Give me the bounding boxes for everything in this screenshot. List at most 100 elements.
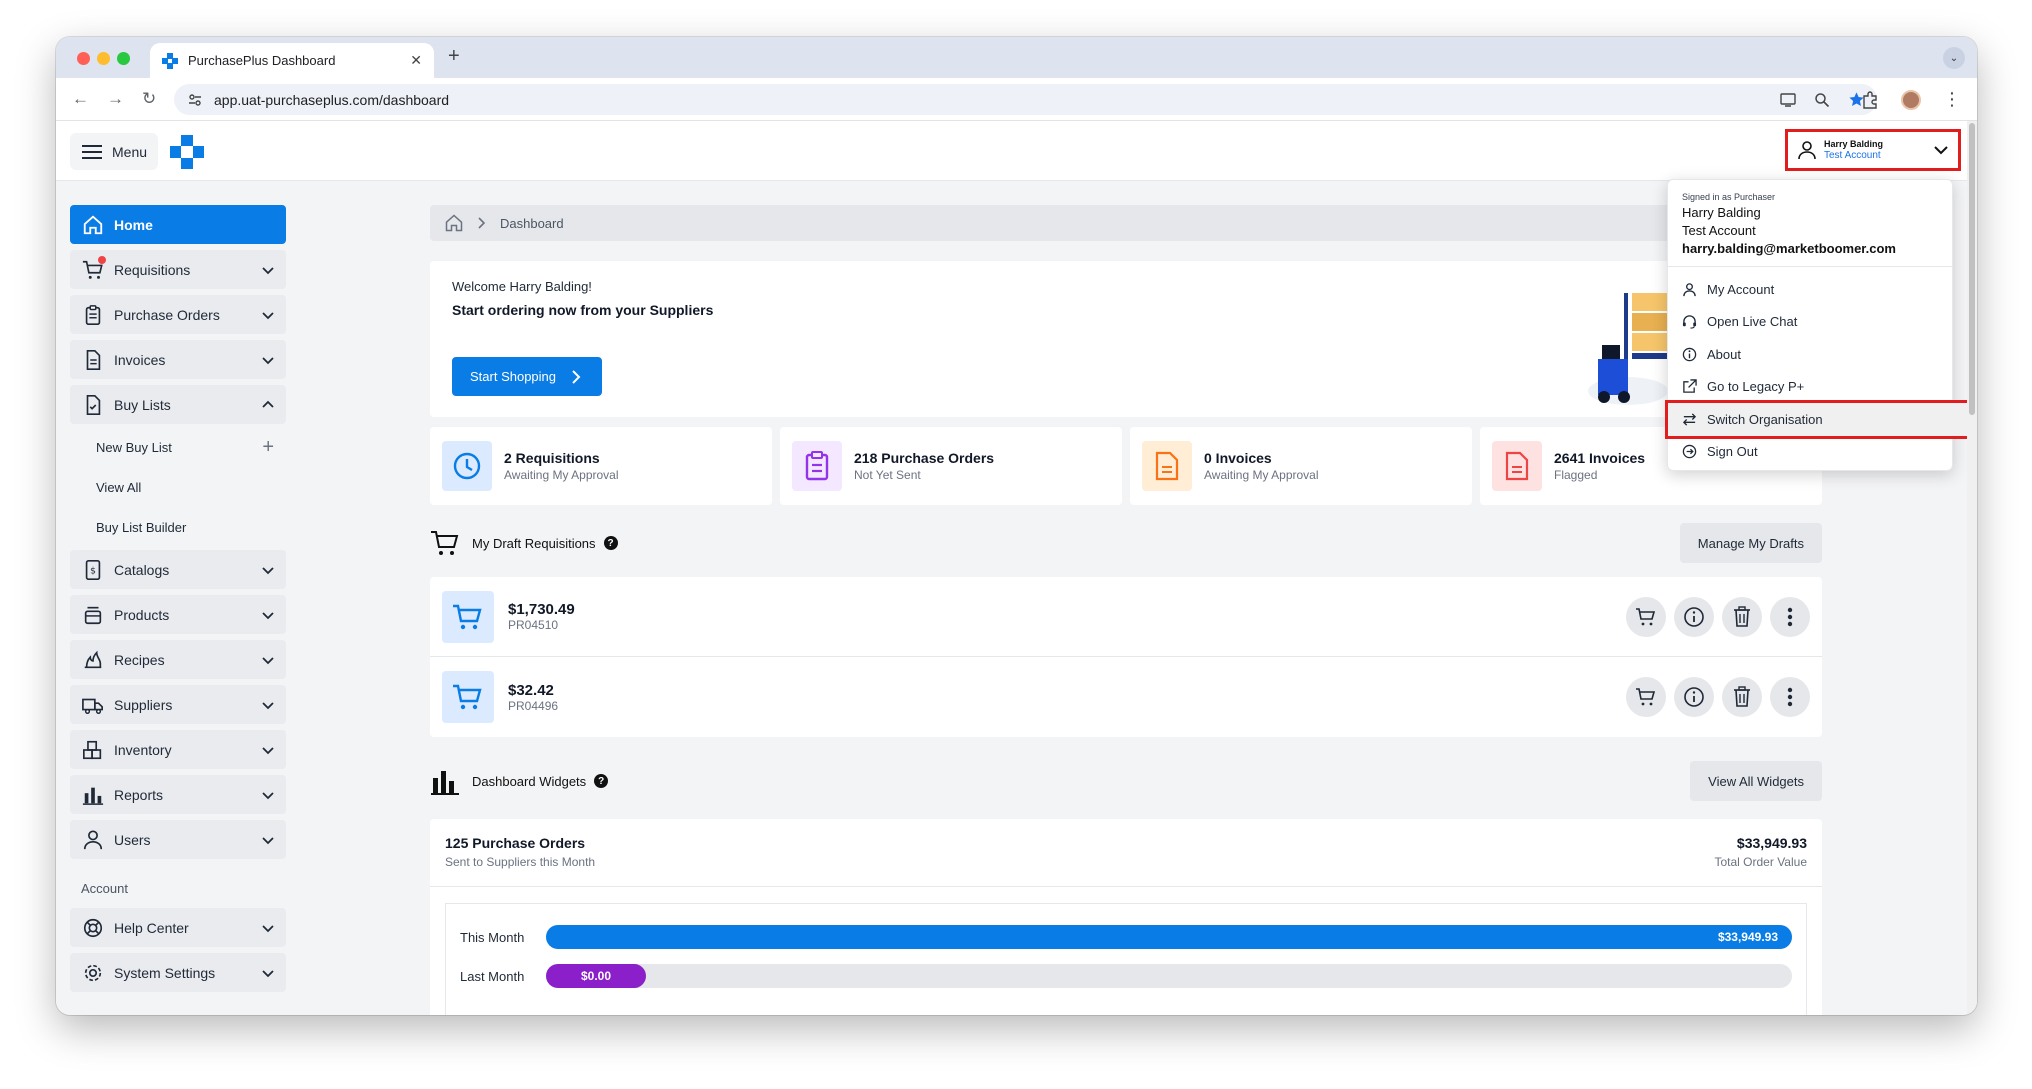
menu-item-sign-out[interactable]: Sign Out bbox=[1668, 436, 1952, 469]
sidebar-item-home[interactable]: Home bbox=[70, 205, 286, 244]
stat-title: 0 Invoices bbox=[1204, 450, 1272, 466]
chevron-down-icon bbox=[262, 266, 274, 274]
extensions-icon[interactable] bbox=[1861, 90, 1879, 109]
more-options-button[interactable] bbox=[1770, 596, 1810, 637]
sidebar-item-users[interactable]: Users bbox=[70, 820, 286, 859]
sidebar-subitem-buy-list-builder[interactable]: Buy List Builder bbox=[70, 510, 286, 544]
menu-label: Menu bbox=[112, 143, 148, 160]
purchaseplus-favicon-icon bbox=[162, 52, 178, 69]
delete-button[interactable] bbox=[1722, 677, 1762, 717]
list-item[interactable]: $32.42 PR04496 bbox=[430, 657, 1822, 737]
sidebar-item-purchase-orders[interactable]: Purchase Orders bbox=[70, 295, 286, 334]
browser-menu-icon[interactable]: ⋮ bbox=[1943, 89, 1961, 110]
stat-invoices-approval[interactable]: 0 Invoices Awaiting My Approval bbox=[1130, 427, 1472, 505]
scrollbar-thumb[interactable] bbox=[1969, 123, 1975, 415]
site-settings-icon[interactable] bbox=[188, 93, 202, 107]
maximize-window-button[interactable] bbox=[117, 52, 130, 65]
widget-total-label: Total Order Value bbox=[1714, 855, 1808, 869]
details-button[interactable] bbox=[1674, 677, 1714, 717]
sidebar-subitem-view-all[interactable]: View All bbox=[70, 470, 286, 504]
sidebar-item-help-center[interactable]: Help Center bbox=[70, 908, 286, 947]
plus-icon[interactable]: + bbox=[262, 436, 274, 459]
draft-list: $1,730.49 PR04510 $32.42 PR04496 bbox=[430, 577, 1822, 737]
view-all-widgets-button[interactable]: View All Widgets bbox=[1690, 761, 1822, 801]
menu-item-switch-organisation[interactable]: Switch Organisation bbox=[1665, 400, 1973, 439]
manage-drafts-button[interactable]: Manage My Drafts bbox=[1679, 523, 1822, 563]
reload-button[interactable]: ↻ bbox=[142, 89, 156, 109]
delete-button[interactable] bbox=[1722, 596, 1762, 637]
menu-item-open-live-chat[interactable]: Open Live Chat bbox=[1668, 306, 1952, 339]
menu-button[interactable]: Menu bbox=[70, 133, 158, 170]
menu-item-my-account[interactable]: My Account bbox=[1668, 273, 1952, 306]
list-item[interactable]: $1,730.49 PR04510 bbox=[430, 577, 1822, 657]
sidebar-item-inventory[interactable]: Inventory bbox=[70, 730, 286, 769]
zoom-icon[interactable] bbox=[1814, 92, 1830, 108]
menu-item-go-to-legacy[interactable]: Go to Legacy P+ bbox=[1668, 371, 1952, 404]
minimize-window-button[interactable] bbox=[97, 52, 110, 65]
sidebar-item-buy-lists[interactable]: Buy Lists bbox=[70, 385, 286, 424]
sign-out-icon bbox=[1682, 445, 1697, 459]
sidebar-item-products[interactable]: Products bbox=[70, 595, 286, 634]
draft-amount: $32.42 bbox=[508, 681, 554, 699]
sidebar-item-label: System Settings bbox=[114, 964, 216, 981]
sidebar-item-label: Buy Lists bbox=[114, 396, 171, 413]
purchaseplus-logo[interactable] bbox=[170, 135, 204, 169]
stat-subtitle: Awaiting My Approval bbox=[504, 468, 619, 482]
details-button[interactable] bbox=[1674, 596, 1714, 637]
menu-item-label: About bbox=[1707, 346, 1741, 362]
breadcrumb: Dashboard bbox=[430, 205, 1822, 241]
tab-purchaseplus-dashboard[interactable]: PurchasePlus Dashboard ✕ bbox=[150, 43, 434, 78]
user-dropdown-menu: Signed in as Purchaser Harry Balding Tes… bbox=[1665, 179, 1973, 471]
start-shopping-button[interactable]: Start Shopping bbox=[452, 357, 602, 396]
tab-close-icon[interactable]: ✕ bbox=[410, 52, 422, 69]
forward-button[interactable]: → bbox=[107, 89, 124, 109]
address-bar[interactable]: app.uat-purchaseplus.com/dashboard bbox=[174, 84, 1877, 115]
help-icon[interactable]: ? bbox=[594, 774, 609, 788]
hamburger-icon bbox=[82, 144, 102, 159]
sidebar-item-suppliers[interactable]: Suppliers bbox=[70, 685, 286, 724]
dropdown-user-name: Harry Balding bbox=[1682, 205, 1761, 220]
checklist-icon bbox=[86, 394, 101, 415]
shop-button[interactable] bbox=[1626, 677, 1666, 717]
cart-icon bbox=[442, 671, 494, 723]
stat-requisitions[interactable]: 2 Requisitions Awaiting My Approval bbox=[430, 427, 772, 505]
profile-avatar[interactable] bbox=[1901, 89, 1921, 110]
trash-icon bbox=[1734, 605, 1750, 627]
start-shopping-label: Start Shopping bbox=[470, 369, 557, 384]
chevron-down-icon bbox=[262, 746, 274, 754]
sidebar-item-requisitions[interactable]: Requisitions bbox=[70, 250, 286, 289]
home-icon[interactable] bbox=[444, 213, 464, 233]
help-icon[interactable]: ? bbox=[603, 536, 618, 550]
sidebar-item-reports[interactable]: Reports bbox=[70, 775, 286, 814]
stat-subtitle: Flagged bbox=[1554, 468, 1598, 482]
main-content: Dashboard Welcome Harry Balding! Start o… bbox=[430, 205, 1822, 1015]
sidebar-subitem-new-buy-list[interactable]: New Buy List + bbox=[70, 430, 286, 464]
menu-item-about[interactable]: About bbox=[1668, 338, 1952, 371]
sidebar-item-recipes[interactable]: Recipes bbox=[70, 640, 286, 679]
more-vertical-icon bbox=[1787, 607, 1793, 626]
back-button[interactable]: ← bbox=[72, 89, 89, 109]
cart-icon bbox=[431, 531, 459, 555]
install-app-icon[interactable] bbox=[1780, 92, 1796, 107]
sidebar-item-catalogs[interactable]: $ Catalogs bbox=[70, 550, 286, 589]
switch-icon bbox=[1682, 413, 1697, 426]
sidebar-item-system-settings[interactable]: System Settings bbox=[70, 953, 286, 992]
close-window-button[interactable] bbox=[77, 52, 90, 65]
document-icon bbox=[1492, 441, 1542, 491]
more-options-button[interactable] bbox=[1770, 677, 1810, 717]
sidebar-item-invoices[interactable]: Invoices bbox=[70, 340, 286, 379]
bar-this-month: $33,949.93 bbox=[546, 925, 1792, 949]
tab-search-button[interactable]: ⌄ bbox=[1943, 47, 1965, 69]
dropdown-account-name: Test Account bbox=[1682, 223, 1756, 238]
page-scrollbar[interactable] bbox=[1967, 121, 1977, 1015]
stat-purchase-orders[interactable]: 218 Purchase Orders Not Yet Sent bbox=[780, 427, 1122, 505]
user-menu-button[interactable]: Harry Balding Test Account bbox=[1785, 129, 1961, 171]
bar-chart-icon bbox=[431, 771, 459, 795]
sidebar-subitem-label: Buy List Builder bbox=[96, 519, 187, 535]
stats-row: 2 Requisitions Awaiting My Approval 218 … bbox=[430, 427, 1822, 505]
shop-button[interactable] bbox=[1626, 596, 1666, 637]
more-vertical-icon bbox=[1787, 687, 1793, 707]
info-icon bbox=[1684, 606, 1704, 627]
chevron-down-icon bbox=[262, 969, 274, 977]
new-tab-button[interactable]: + bbox=[448, 45, 460, 68]
